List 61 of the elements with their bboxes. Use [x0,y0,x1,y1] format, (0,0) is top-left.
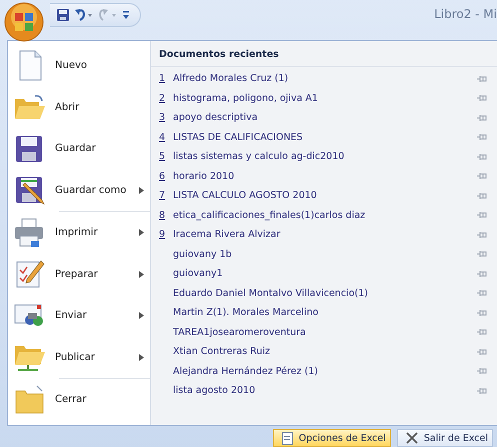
recent-document[interactable]: 4 LISTAS DE CALIFICACIONES [151,128,497,147]
office-button[interactable] [4,2,44,42]
window-title: Libro2 - Mi [434,7,497,21]
pin-icon[interactable] [477,152,487,161]
document-icon [20,50,42,80]
recent-document[interactable]: 1 Alfredo Morales Cruz (1) [151,69,497,88]
recent-document[interactable]: 6 horario 2010 [151,166,497,186]
section-heading: Documentos recientes [151,41,497,67]
recent-document[interactable]: guiovany1 [151,264,497,284]
pin-icon[interactable] [477,94,487,102]
printer-icon [15,218,43,247]
pin-icon[interactable] [477,386,487,395]
pin-icon[interactable] [477,250,487,258]
recent-document[interactable]: lista agosto 2010 [151,381,497,400]
menu-item[interactable]: Preparar [11,254,150,295]
pin-icon[interactable] [477,74,487,83]
recent-document[interactable]: 2 histograma, poligono, ojiva A1 [151,88,497,108]
menu-item[interactable]: Cerrar [11,379,150,420]
recent-document[interactable]: guiovany 1b [151,244,497,264]
footer-button[interactable]: Salir de Excel [396,429,493,447]
pin-icon[interactable] [477,133,487,142]
customize-icon[interactable] [122,9,130,21]
menu-item[interactable]: Abrir [11,86,150,128]
recent-document[interactable]: Xtian Contreras Ruiz [151,342,497,362]
save-icon[interactable] [56,8,70,22]
folder-network-icon [15,346,45,372]
recent-document[interactable]: 3 apoyo descriptiva [151,108,497,128]
recent-document[interactable]: TAREA1josearomeroventura [151,322,497,342]
pin-icon[interactable] [477,270,487,278]
pin-icon[interactable] [477,328,487,336]
recent-document[interactable]: 9 Iracema Rivera Alvizar [151,225,497,244]
pin-icon[interactable] [477,348,487,356]
recent-document[interactable]: 5 listas sistemas y calculo ag-dic2010 [151,147,497,166]
undo-icon[interactable] [74,8,94,22]
pin-icon[interactable] [477,172,487,180]
floppy-disk-pencil-icon [16,177,45,205]
menu-item[interactable]: Enviar [11,295,150,336]
menu-item[interactable]: Guardar como [11,170,150,211]
pin-icon[interactable] [477,230,487,239]
pin-icon[interactable] [477,211,487,220]
menu-item[interactable]: Publicar [11,336,150,378]
pin-icon[interactable] [477,114,487,122]
menu-item[interactable]: Imprimir [11,212,150,254]
recent-document[interactable]: Martin Z(1). Morales Marcelino [151,303,497,322]
document-pencil-icon [16,260,44,288]
pin-icon[interactable] [477,289,487,298]
menu-item[interactable]: Guardar [11,128,150,170]
pin-icon[interactable] [477,308,487,317]
menu-item[interactable]: Nuevo [11,45,150,86]
folder-icon [15,95,45,120]
pin-icon[interactable] [477,192,487,200]
recent-document[interactable]: Eduardo Daniel Montalvo Villavicencio(1) [151,284,497,303]
recent-document[interactable]: 7 LISTA CALCULO AGOSTO 2010 [151,186,497,206]
close-icon [406,432,418,444]
recent-document[interactable]: 8 etica_calificaciones_finales(1)carlos diaz [151,206,497,225]
pin-icon[interactable] [477,367,487,376]
document-icon [282,432,293,444]
footer-button[interactable]: Opciones de Excel [272,429,391,447]
recent-document[interactable]: Alejandra Hernández Pérez (1) [151,362,497,381]
folder-icon [16,385,44,414]
envelope-people-icon [14,304,43,326]
